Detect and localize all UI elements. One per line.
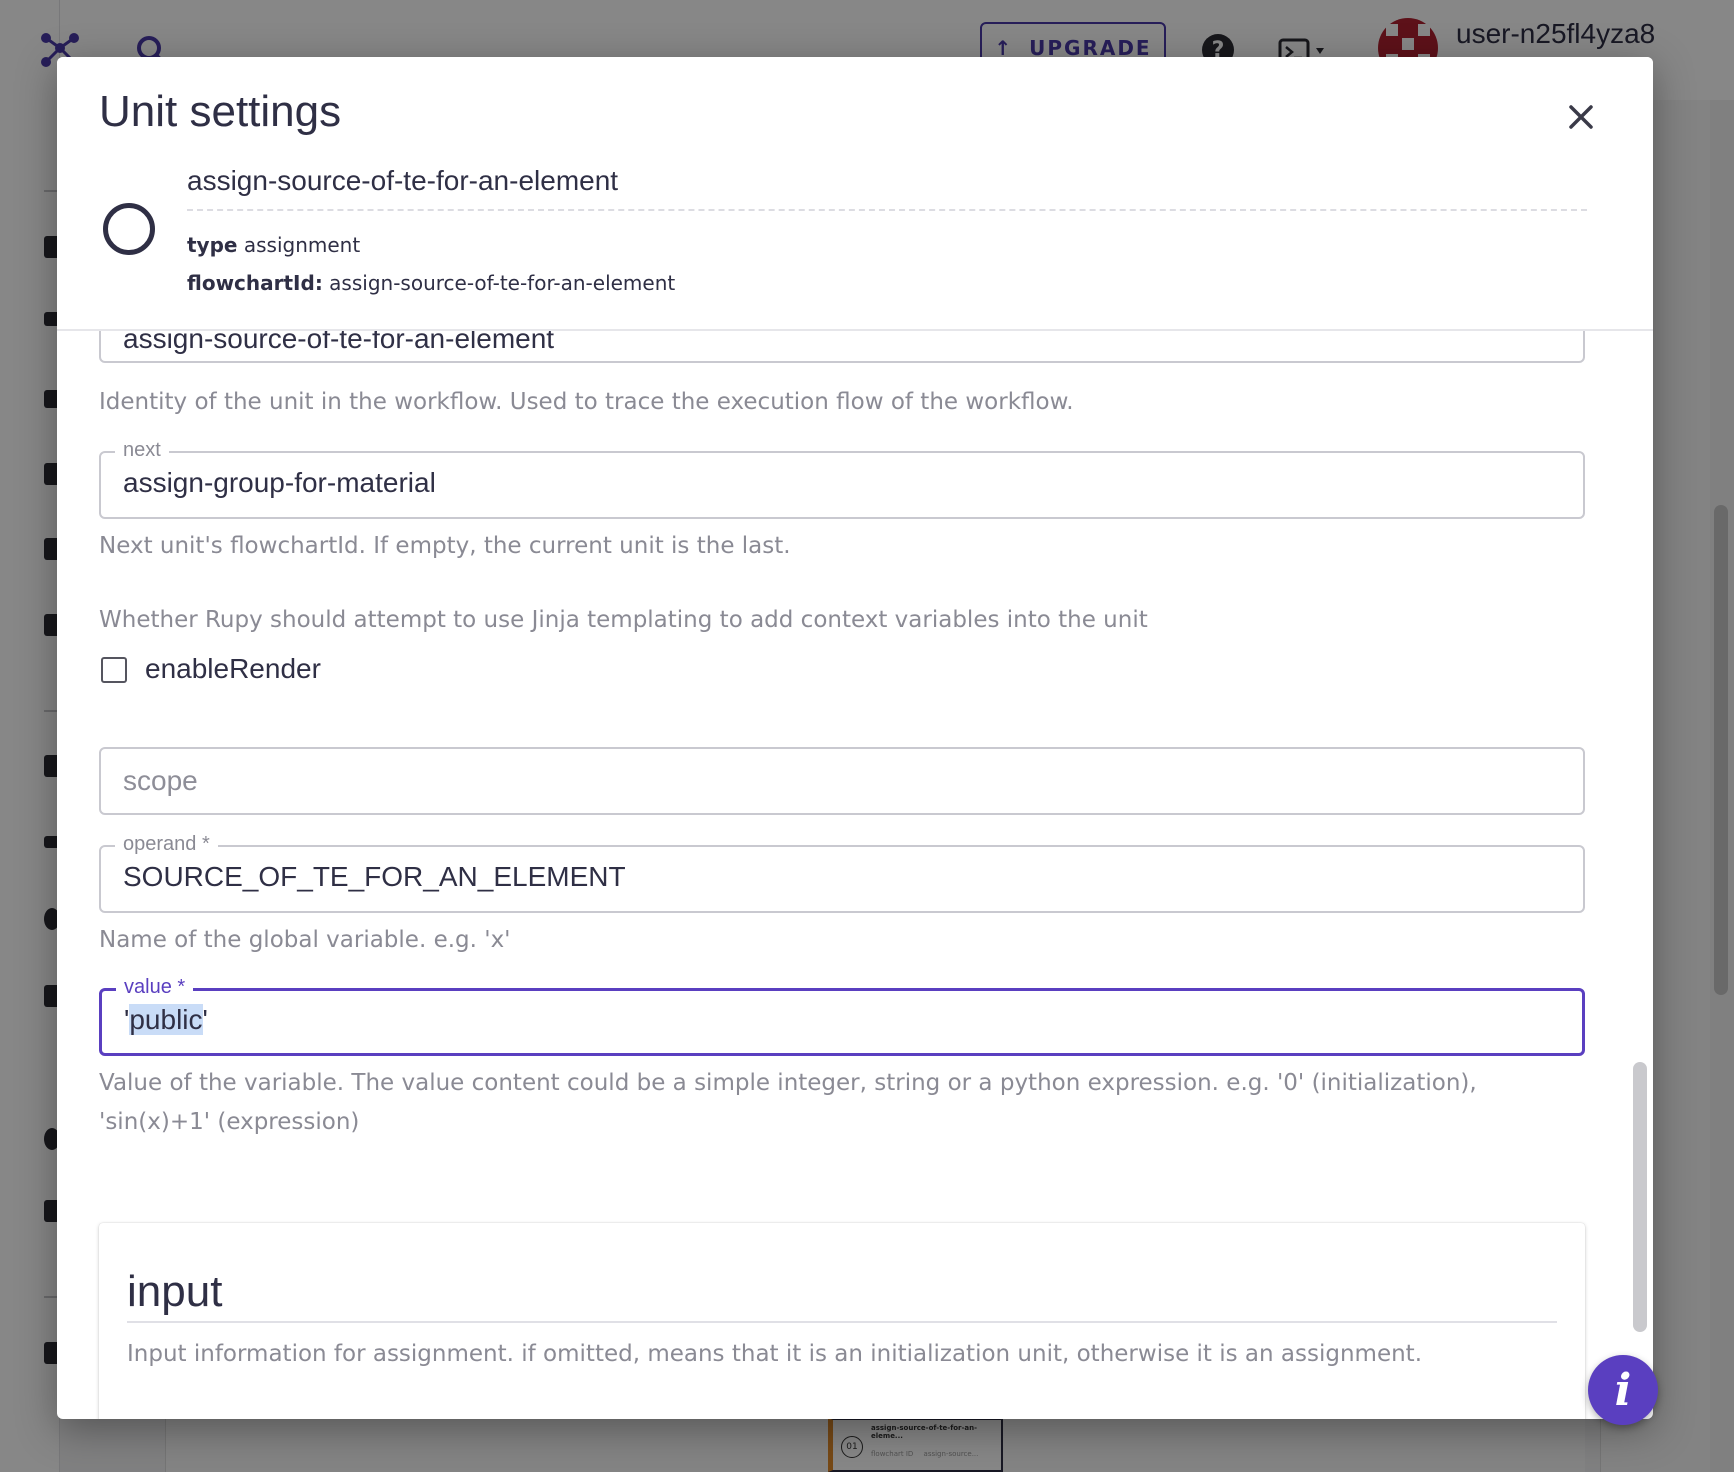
operand-field[interactable]: operand * SOURCE_OF_TE_FOR_AN_ELEMENT: [99, 833, 1585, 913]
unit-type-value: assignment: [243, 233, 361, 257]
dialog-header: Unit settings assign-source-of-te-for-an…: [57, 57, 1653, 331]
operand-helper: Name of the global variable. e.g. 'x': [99, 927, 511, 953]
next-label: next: [115, 439, 169, 462]
unit-status-icon: [103, 203, 155, 255]
unit-settings-dialog: Unit settings assign-source-of-te-for-an…: [57, 57, 1653, 1419]
enablerender-label[interactable]: enableRender: [145, 653, 321, 685]
unit-name: assign-source-of-te-for-an-element: [187, 165, 619, 196]
value-helper: Value of the variable. The value content…: [99, 1070, 1477, 1135]
unit-type-line: type assignment: [187, 233, 360, 257]
flowchartid-value: assign-source-of-te-for-an-element: [123, 331, 555, 354]
value-text: 'public': [124, 1004, 208, 1035]
next-value: assign-group-for-material: [123, 467, 436, 498]
input-section: input Input information for assignment. …: [99, 1223, 1585, 1419]
input-section-description: Input information for assignment. if omi…: [127, 1341, 1423, 1367]
dialog-scrollbar-thumb[interactable]: [1633, 1062, 1647, 1332]
enablerender-checkbox[interactable]: [101, 657, 127, 683]
flowchartid-helper: Identity of the unit in the workflow. Us…: [99, 389, 1074, 415]
next-helper: Next unit's flowchartId. If empty, the c…: [99, 533, 791, 559]
input-section-title: input: [127, 1267, 223, 1316]
enablerender-description: Whether Rupy should attempt to use Jinja…: [99, 607, 1148, 633]
flowchartid-field[interactable]: assign-source-of-te-for-an-element: [99, 331, 1585, 363]
value-label: value *: [116, 976, 194, 999]
unit-flowchart-value: assign-source-of-te-for-an-element: [329, 271, 676, 295]
scope-placeholder: scope: [123, 765, 198, 796]
unit-flowchart-key: flowchartId:: [187, 271, 323, 295]
dialog-title: Unit settings: [99, 87, 342, 136]
unit-type-key: type: [187, 233, 238, 257]
divider: [127, 1321, 1557, 1323]
divider: [187, 209, 1587, 211]
dialog-body: assign-source-of-te-for-an-element Ident…: [57, 331, 1653, 1419]
close-icon[interactable]: [1557, 93, 1605, 141]
operand-value: SOURCE_OF_TE_FOR_AN_ELEMENT: [123, 861, 626, 892]
value-field[interactable]: value * 'public': [99, 976, 1585, 1056]
info-button[interactable]: i: [1588, 1355, 1658, 1425]
next-field[interactable]: next assign-group-for-material: [99, 439, 1585, 519]
scope-field[interactable]: scope: [99, 747, 1585, 815]
unit-flowchart-line: flowchartId: assign-source-of-te-for-an-…: [187, 271, 675, 295]
value-selection: public: [129, 1004, 203, 1035]
operand-label: operand *: [115, 833, 218, 856]
